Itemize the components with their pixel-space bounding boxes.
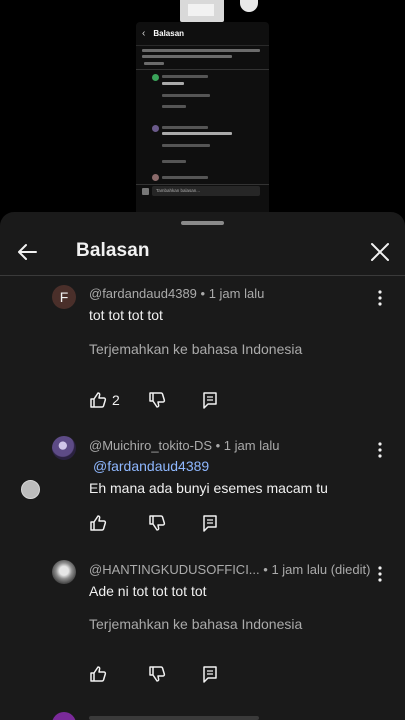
drag-handle[interactable] — [181, 221, 224, 225]
mini-text-line — [162, 75, 208, 78]
author-name[interactable]: @HANTINGKUDUSOFFICI... — [89, 562, 260, 577]
translate-link[interactable]: Terjemahkan ke bahasa Indonesia — [89, 341, 302, 357]
close-button[interactable] — [368, 239, 392, 265]
like-button[interactable] — [89, 513, 107, 533]
reply-meta-partial — [89, 716, 259, 720]
like-count: 2 — [112, 392, 120, 408]
more-vert-icon — [378, 442, 382, 458]
mini-avatar — [152, 74, 159, 81]
timestamp: • 1 jam lalu — [215, 438, 280, 453]
video-frame: ‹ Balasan Tambahkan balasan... — [0, 0, 405, 215]
sheet-title: Balasan — [76, 240, 150, 261]
author-name[interactable]: @Muichiro_tokito-DS — [89, 438, 212, 453]
mini-reply-input: Tambahkan balasan... — [152, 186, 260, 196]
embedded-screenshot: ‹ Balasan Tambahkan balasan... — [136, 22, 269, 214]
thumbs-down-icon — [149, 515, 166, 531]
arrow-left-icon — [18, 244, 37, 260]
avatar[interactable]: F — [52, 285, 76, 309]
reply-button[interactable] — [201, 664, 219, 684]
mention-link[interactable]: @fardandaud4389 — [93, 458, 209, 474]
thumbs-down-icon — [149, 392, 166, 408]
mini-divider — [136, 184, 269, 185]
touch-indicator — [21, 480, 40, 499]
more-options-button[interactable] — [370, 288, 390, 308]
avatar[interactable] — [52, 436, 76, 460]
mini-actions — [162, 105, 186, 108]
mini-text-line — [162, 94, 210, 97]
thumbs-down-icon — [149, 666, 166, 682]
mini-text-line — [162, 176, 208, 179]
timestamp: • 1 jam lalu (diedit) — [263, 562, 371, 577]
reply-actions — [89, 513, 229, 533]
translate-link[interactable]: Terjemahkan ke bahasa Indonesia — [89, 616, 302, 632]
reply-actions: 2 — [89, 390, 229, 410]
comment-icon — [203, 515, 217, 532]
reply-text: Ade ni tot tot tot tot — [89, 583, 207, 599]
avatar[interactable] — [52, 712, 76, 720]
mini-text-line — [162, 126, 208, 129]
more-vert-icon — [378, 566, 382, 582]
camera-notch — [240, 0, 258, 12]
thumbs-up-icon — [90, 515, 107, 531]
mini-actions — [144, 62, 164, 65]
back-button[interactable] — [14, 239, 40, 265]
mini-title: Balasan — [153, 29, 185, 38]
reply-button[interactable] — [201, 513, 219, 533]
thumbs-up-icon — [90, 666, 107, 682]
dislike-button[interactable] — [148, 664, 166, 684]
more-options-button[interactable] — [370, 440, 390, 460]
dislike-button[interactable] — [148, 513, 166, 533]
more-vert-icon — [378, 290, 382, 306]
author-name[interactable]: @fardandaud4389 — [89, 286, 197, 301]
close-icon — [371, 243, 389, 261]
mini-avatar — [142, 188, 149, 195]
reply-text: Eh mana ada bunyi esemes macam tu — [89, 480, 328, 496]
status-thumbnail — [180, 0, 224, 22]
comment-icon — [203, 392, 217, 409]
reply-meta: @Muichiro_tokito-DS • 1 jam lalu — [89, 438, 279, 453]
comment-icon — [203, 666, 217, 683]
mini-text-line — [162, 132, 232, 135]
mini-avatar — [152, 125, 159, 132]
mini-text-line — [142, 55, 232, 58]
reply-item: @HANTINGKUDUSOFFICI... • 1 jam lalu (die… — [0, 556, 405, 691]
avatar[interactable] — [52, 560, 76, 584]
replies-sheet: Balasan F @fardandaud4389 • 1 jam lalu t… — [0, 212, 405, 720]
sheet-header: Balasan — [0, 230, 405, 276]
like-button[interactable] — [89, 664, 107, 684]
like-button[interactable]: 2 — [89, 390, 120, 410]
mini-text-line — [162, 144, 210, 147]
mini-text-line — [162, 82, 184, 85]
reply-meta: @HANTINGKUDUSOFFICI... • 1 jam lalu (die… — [89, 562, 370, 577]
mini-avatar — [152, 174, 159, 181]
reply-meta: @fardandaud4389 • 1 jam lalu — [89, 286, 264, 301]
avatar-letter: F — [59, 289, 69, 305]
dislike-button[interactable] — [148, 390, 166, 410]
reply-text: tot tot tot tot — [89, 307, 163, 323]
thumbs-up-icon — [90, 392, 107, 408]
more-options-button[interactable] — [370, 564, 390, 584]
timestamp: • 1 jam lalu — [200, 286, 265, 301]
reply-item: F @fardandaud4389 • 1 jam lalu tot tot t… — [0, 282, 405, 417]
mini-divider — [136, 69, 269, 70]
reply-actions — [89, 664, 229, 684]
mini-header: ‹ Balasan — [136, 22, 269, 46]
reply-button[interactable] — [201, 390, 219, 410]
mini-placeholder: Tambahkan balasan... — [156, 188, 201, 193]
reply-item: @Muichiro_tokito-DS • 1 jam lalu @fardan… — [0, 432, 405, 542]
mini-back-icon: ‹ — [142, 28, 146, 39]
mini-actions — [162, 160, 186, 163]
mini-text-line — [142, 49, 260, 52]
